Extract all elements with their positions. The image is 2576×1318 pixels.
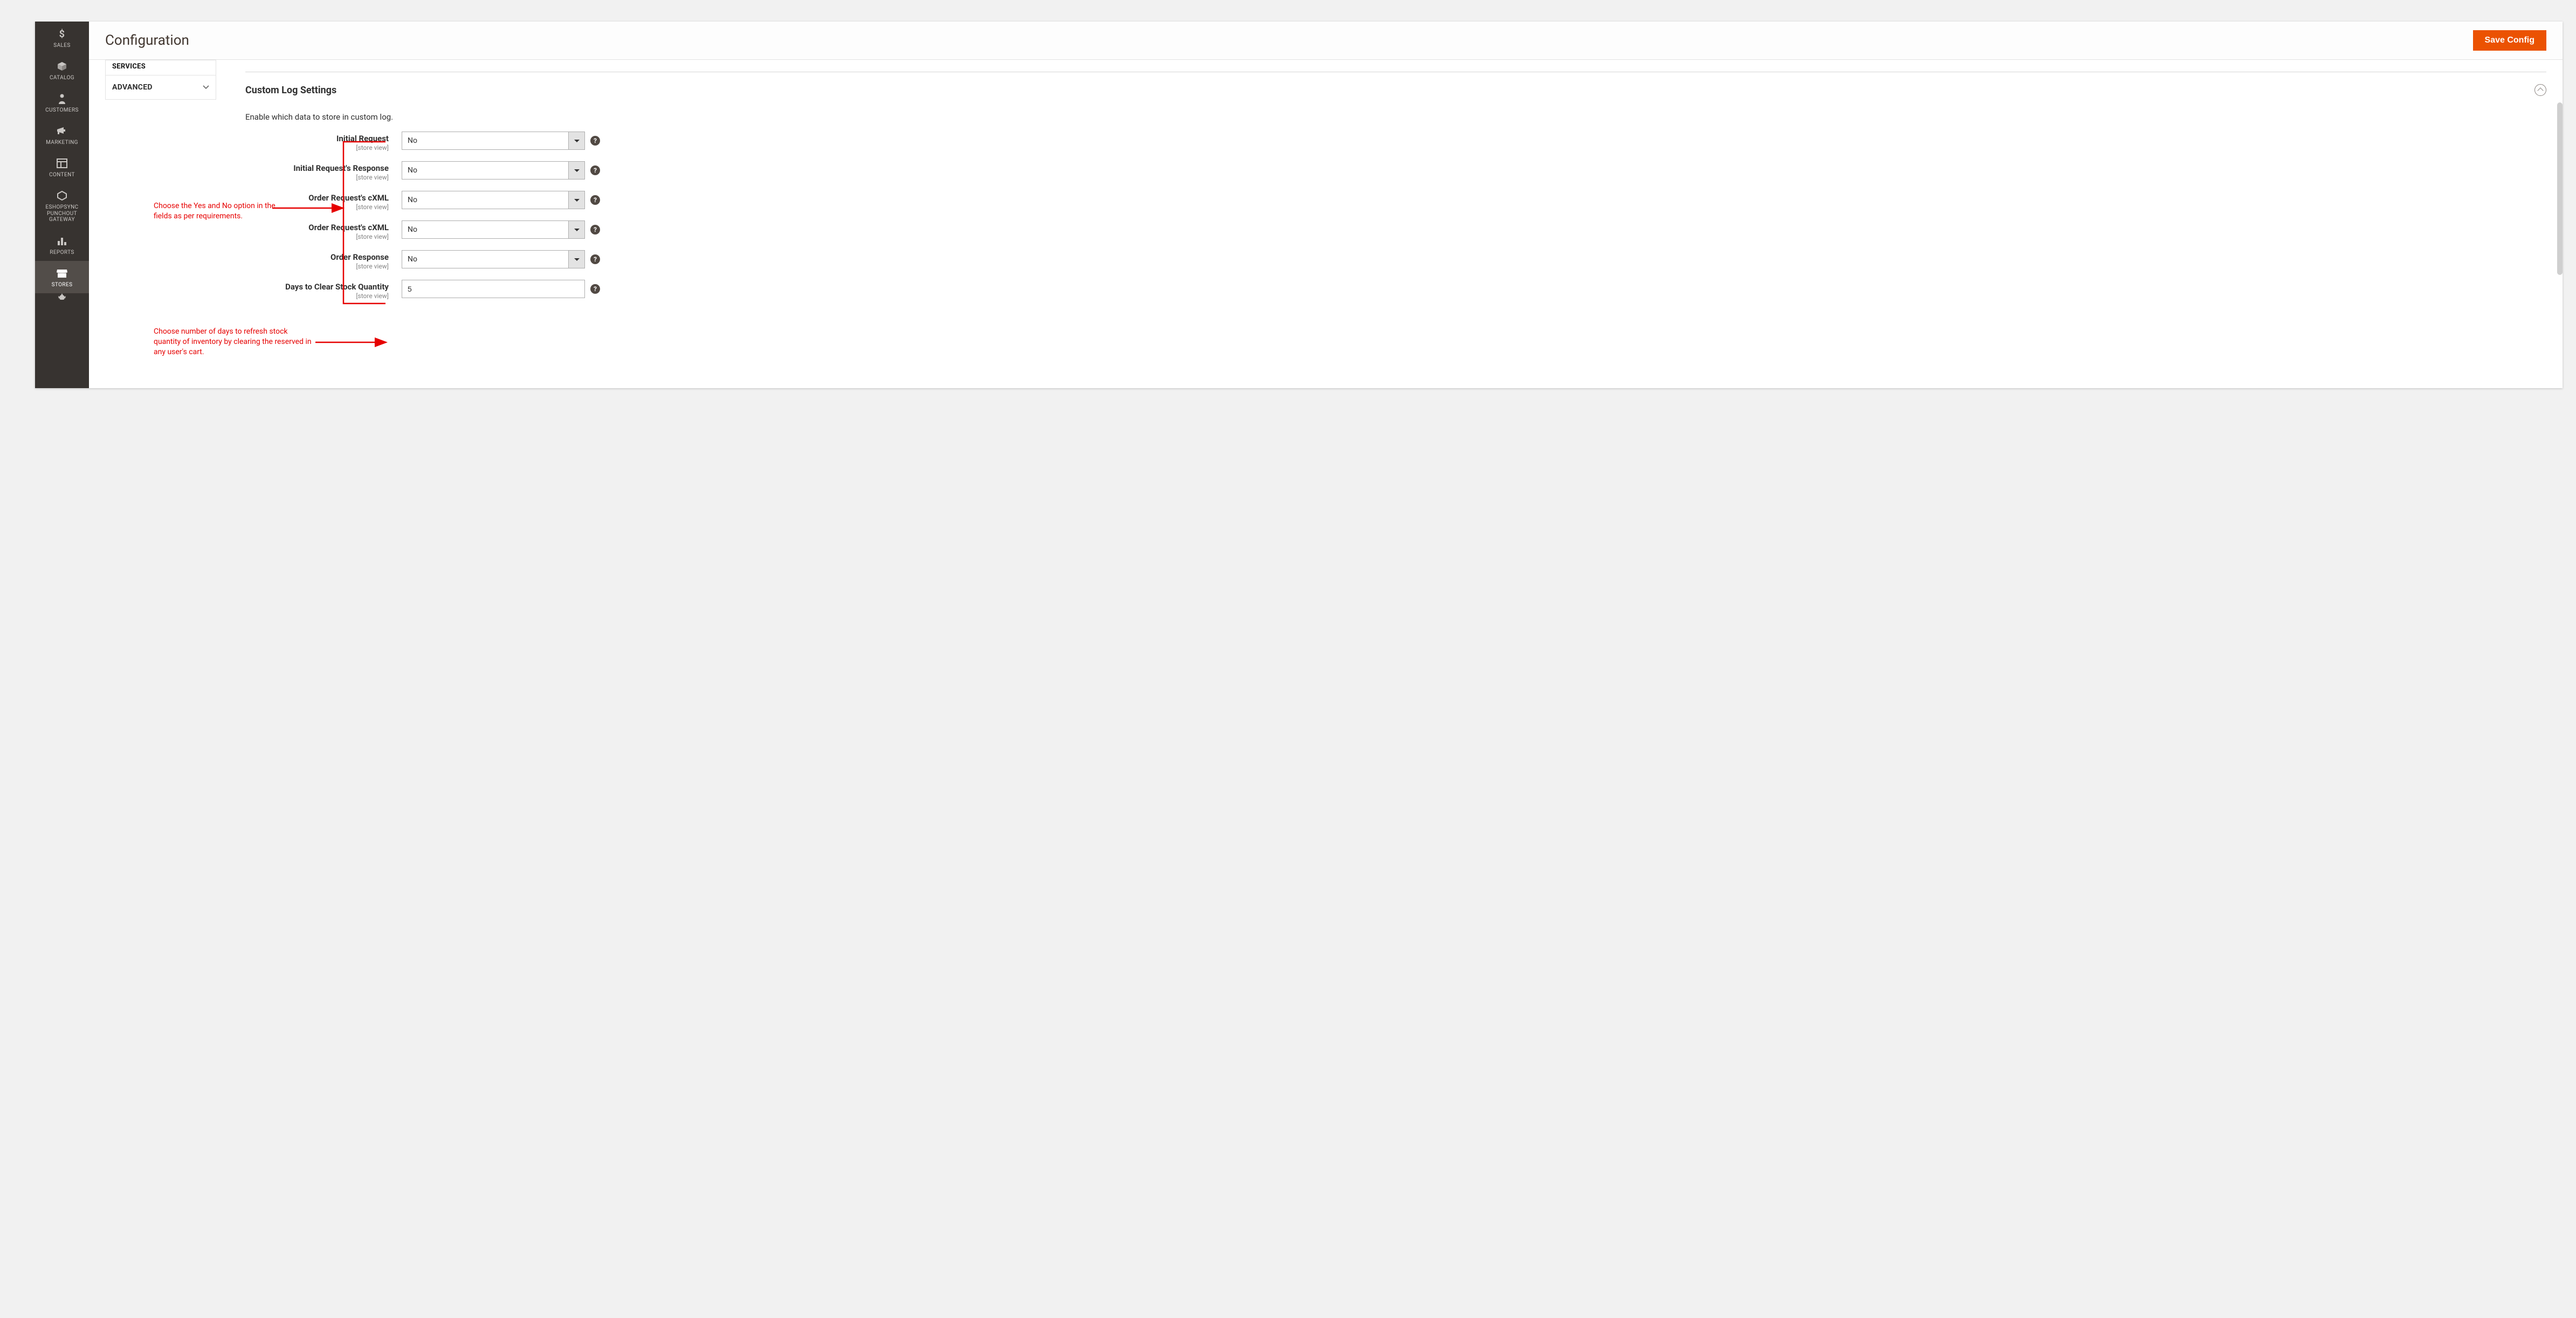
help-icon[interactable]: ? <box>590 254 600 264</box>
collapse-up-icon[interactable] <box>2534 84 2546 96</box>
category-services[interactable]: SERVICES <box>105 60 216 75</box>
config-form: Custom Log Settings Enable which data to… <box>224 60 2563 388</box>
field-label: Order Request's cXML <box>245 223 389 232</box>
person-icon <box>58 92 66 105</box>
section-description: Enable which data to store in custom log… <box>245 112 2546 122</box>
field-control: No ? <box>402 132 600 150</box>
help-icon[interactable]: ? <box>590 225 600 234</box>
content-area: SERVICES ADVANCED Custom Log Settings En… <box>89 60 2563 388</box>
sidebar-item-marketing[interactable]: MARKETING <box>35 119 89 151</box>
select-order-request-cxml-2[interactable]: No <box>402 220 585 239</box>
select-value: No <box>408 136 417 145</box>
help-icon[interactable]: ? <box>590 165 600 175</box>
field-scope: [store view] <box>245 174 389 181</box>
store-icon <box>56 267 68 280</box>
field-label: Days to Clear Stock Quantity <box>245 282 389 292</box>
section-title: Custom Log Settings <box>245 85 336 96</box>
dollar-icon: $ <box>57 27 67 40</box>
svg-text:$: $ <box>59 29 65 39</box>
select-value: No <box>408 166 417 175</box>
field-order-response: Order Response [store view] No ? <box>245 250 2546 270</box>
dropdown-arrow-icon <box>568 132 584 149</box>
chevron-down-icon <box>203 84 209 91</box>
sidebar-item-label: REPORTS <box>50 250 74 256</box>
field-scope: [store view] <box>245 292 389 300</box>
category-label: SERVICES <box>112 63 146 71</box>
select-order-response[interactable]: No <box>402 250 585 268</box>
field-initial-request: Initial Request [store view] No ? <box>245 132 2546 151</box>
sidebar-item-content[interactable]: CONTENT <box>35 151 89 183</box>
box-icon <box>57 60 67 73</box>
sidebar-item-punchout[interactable]: ESHOPSYNC PUNCHOUT GATEWAY <box>35 183 89 229</box>
dropdown-arrow-icon <box>568 162 584 179</box>
category-advanced[interactable]: ADVANCED <box>105 75 216 100</box>
sidebar-item-reports[interactable]: REPORTS <box>35 229 89 261</box>
field-label-wrap: Initial Request [store view] <box>245 132 402 151</box>
section-header[interactable]: Custom Log Settings <box>245 84 2546 96</box>
sidebar-item-label: STORES <box>52 282 73 288</box>
select-initial-request[interactable]: No <box>402 132 585 150</box>
field-label-wrap: Order Request's cXML [store view] <box>245 220 402 240</box>
help-icon[interactable]: ? <box>590 195 600 205</box>
select-value: No <box>408 196 417 204</box>
category-label: ADVANCED <box>112 83 153 92</box>
sidebar-item-sales[interactable]: $ SALES <box>35 22 89 54</box>
admin-window: $ SALES CATALOG CUSTOMERS MARKETING <box>35 22 2563 388</box>
field-control: No ? <box>402 250 600 268</box>
input-days-to-clear[interactable] <box>402 280 585 298</box>
field-scope: [store view] <box>245 203 389 211</box>
page-header: Configuration Save Config <box>89 22 2563 60</box>
sidebar-item-label: CATALOG <box>50 75 74 81</box>
dropdown-arrow-icon <box>568 191 584 209</box>
sidebar-item-label: ESHOPSYNC PUNCHOUT GATEWAY <box>37 204 87 223</box>
field-control: No ? <box>402 191 600 209</box>
field-label-wrap: Days to Clear Stock Quantity [store view… <box>245 280 402 300</box>
bar-chart-icon <box>57 234 67 247</box>
select-order-request-cxml-1[interactable]: No <box>402 191 585 209</box>
help-icon[interactable]: ? <box>590 136 600 146</box>
field-label: Order Response <box>245 252 389 262</box>
scrollbar-thumb[interactable] <box>2557 102 2563 275</box>
select-initial-request-response[interactable]: No <box>402 161 585 180</box>
select-value: No <box>408 225 417 234</box>
field-label: Order Request's cXML <box>245 193 389 203</box>
field-label-wrap: Initial Request's Response [store view] <box>245 161 402 181</box>
megaphone-icon <box>56 125 68 137</box>
field-label-wrap: Order Response [store view] <box>245 250 402 270</box>
admin-sidebar: $ SALES CATALOG CUSTOMERS MARKETING <box>35 22 89 388</box>
field-order-request-cxml-1: Order Request's cXML [store view] No ? <box>245 191 2546 211</box>
field-control: ? <box>402 280 600 298</box>
sidebar-item-label: SALES <box>53 43 70 49</box>
sidebar-item-catalog[interactable]: CATALOG <box>35 54 89 86</box>
field-days-to-clear: Days to Clear Stock Quantity [store view… <box>245 280 2546 300</box>
field-control: No ? <box>402 220 600 239</box>
sidebar-item-label: MARKETING <box>46 140 78 146</box>
field-scope: [store view] <box>245 263 389 270</box>
field-label: Initial Request's Response <box>245 163 389 173</box>
hexagon-icon <box>57 189 67 202</box>
field-label-wrap: Order Request's cXML [store view] <box>245 191 402 211</box>
field-scope: [store view] <box>245 144 389 151</box>
sidebar-item-truncated <box>35 293 89 301</box>
field-label: Initial Request <box>245 134 389 143</box>
field-initial-request-response: Initial Request's Response [store view] … <box>245 161 2546 181</box>
sidebar-item-label: CONTENT <box>49 172 75 178</box>
field-control: No ? <box>402 161 600 180</box>
help-icon[interactable]: ? <box>590 284 600 294</box>
field-scope: [store view] <box>245 233 389 240</box>
layout-icon <box>57 157 67 170</box>
field-order-request-cxml-2: Order Request's cXML [store view] No ? <box>245 220 2546 240</box>
page-title: Configuration <box>105 32 189 49</box>
main-panel: Configuration Save Config SERVICES ADVAN… <box>89 22 2563 388</box>
sidebar-item-label: CUSTOMERS <box>45 107 79 114</box>
sidebar-item-customers[interactable]: CUSTOMERS <box>35 86 89 119</box>
dropdown-arrow-icon <box>568 221 584 238</box>
save-config-button[interactable]: Save Config <box>2473 30 2546 51</box>
sidebar-item-stores[interactable]: STORES <box>35 261 89 293</box>
select-value: No <box>408 255 417 264</box>
config-category-panel: SERVICES ADVANCED <box>89 60 224 388</box>
dropdown-arrow-icon <box>568 251 584 268</box>
